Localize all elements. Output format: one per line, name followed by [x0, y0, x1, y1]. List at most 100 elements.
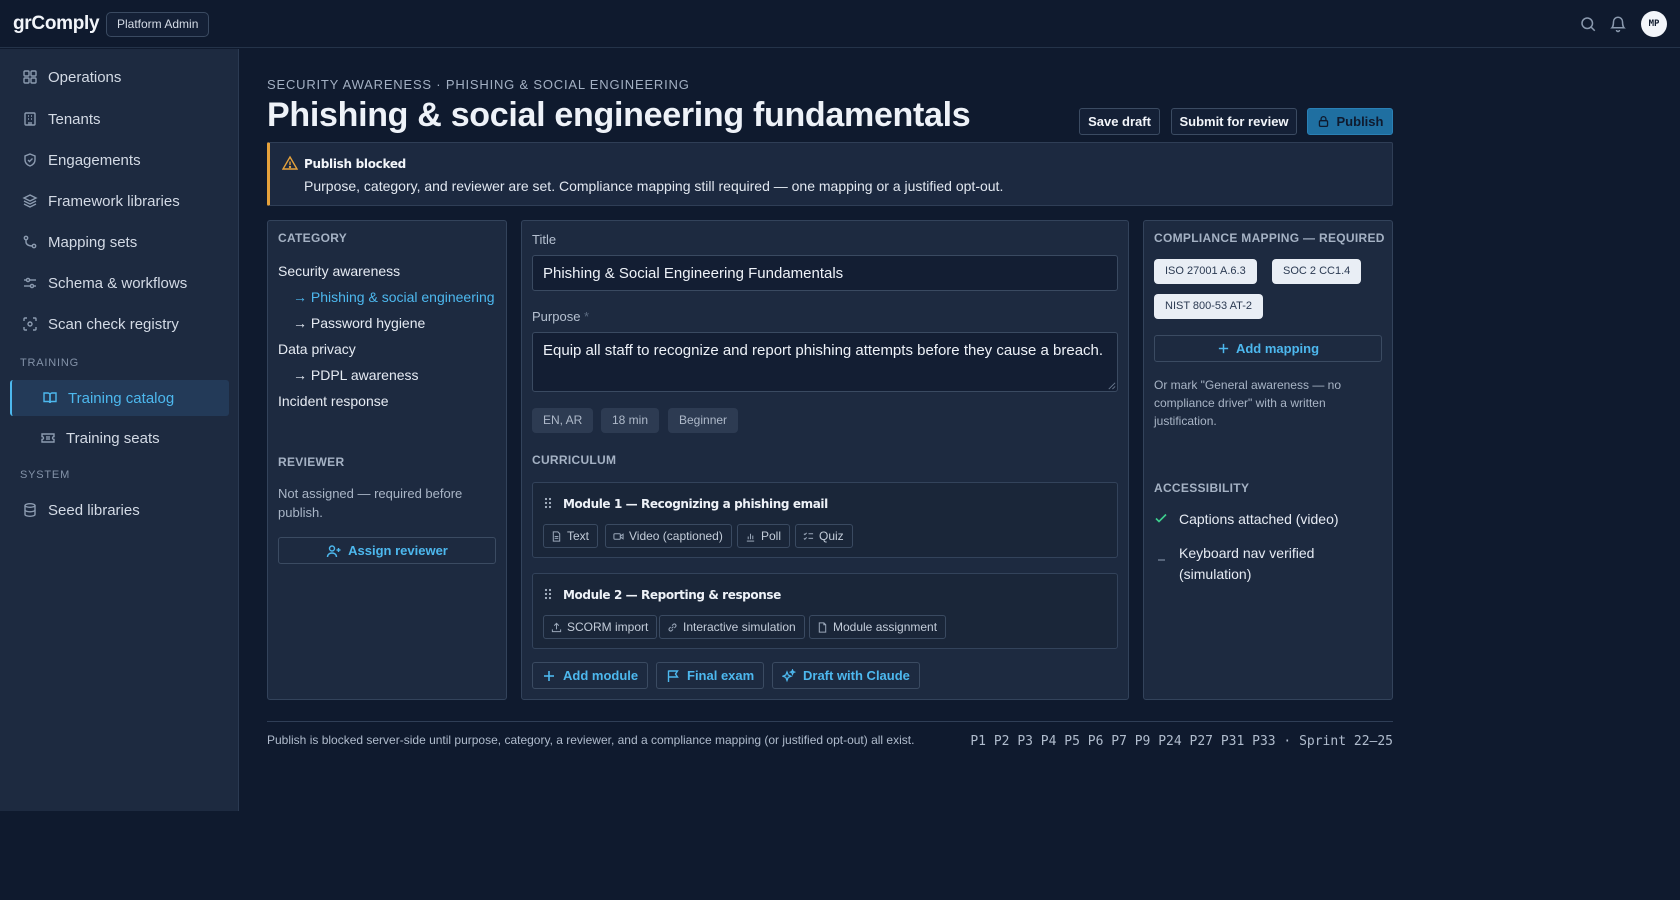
- sidebar-item-seed-libraries[interactable]: Seed libraries: [10, 492, 229, 528]
- top-bar: grComply Platform Admin MP: [0, 0, 1680, 48]
- git-branch-icon: [22, 234, 38, 250]
- category-item-incident-response[interactable]: Incident response: [278, 393, 389, 409]
- sidebar-item-tenants[interactable]: Tenants: [10, 101, 229, 137]
- publish-label: Publish: [1336, 114, 1384, 129]
- video-icon: [613, 531, 624, 542]
- chip-video[interactable]: Video (captioned): [605, 524, 732, 548]
- building-icon: [22, 111, 38, 127]
- draft-with-claude-label: Draft with Claude: [803, 668, 910, 683]
- sidebar-item-operations[interactable]: Operations: [10, 59, 229, 95]
- chip-interactive-simulation[interactable]: Interactive simulation: [659, 615, 805, 639]
- footer-divider: [267, 721, 1393, 722]
- chip-label: Interactive simulation: [683, 620, 796, 634]
- course-form-panel: Title Phishing & Social Engineering Fund…: [521, 220, 1129, 700]
- drag-handle-icon[interactable]: [543, 587, 553, 601]
- accessibility-item-captions: Captions attached (video): [1154, 509, 1349, 530]
- required-marker: *: [584, 309, 590, 324]
- chip-label: Quiz: [819, 529, 844, 543]
- assign-reviewer-button[interactable]: Assign reviewer: [278, 537, 496, 564]
- sidebar-item-label: Engagements: [48, 151, 141, 169]
- final-exam-button[interactable]: Final exam: [656, 662, 765, 689]
- module-card-1[interactable]: Module 1 — Recognizing a phishing email …: [532, 482, 1118, 558]
- chip-text[interactable]: Text: [543, 524, 599, 548]
- reviewer-note: Not assigned — required before publish.: [278, 486, 463, 520]
- page-title: Phishing & social engineering fundamenta…: [267, 96, 971, 134]
- sidebar-item-engagements[interactable]: Engagements: [10, 142, 229, 178]
- sidebar-item-label: Training catalog: [68, 389, 175, 407]
- level-tag[interactable]: Beginner: [668, 408, 739, 433]
- search-icon[interactable]: [1579, 15, 1597, 33]
- list-check-icon: [803, 531, 814, 542]
- chip-label: SCORM import: [567, 620, 649, 634]
- warning-icon: [282, 155, 298, 171]
- duration-tag[interactable]: 18 min: [601, 408, 660, 433]
- draft-with-claude-button[interactable]: Draft with Claude: [772, 662, 920, 689]
- resize-handle-icon[interactable]: [1107, 381, 1116, 390]
- role-switcher[interactable]: Platform Admin: [106, 12, 210, 37]
- check-icon: [1154, 511, 1168, 525]
- save-draft-button[interactable]: Save draft: [1079, 108, 1160, 135]
- sidebar-item-training-seats[interactable]: Training seats: [10, 420, 229, 456]
- sidebar-item-label: Scan check registry: [48, 315, 179, 333]
- chip-module-assignment[interactable]: Module assignment: [809, 615, 947, 639]
- sidebar-item-label: Framework libraries: [48, 192, 180, 210]
- layers-icon: [22, 193, 38, 209]
- compliance-heading: COMPLIANCE MAPPING — REQUIRED: [1154, 231, 1385, 245]
- drag-handle-icon[interactable]: [543, 496, 553, 510]
- accessibility-heading: ACCESSIBILITY: [1154, 481, 1250, 495]
- category-item-data-privacy[interactable]: Data privacy: [278, 341, 356, 357]
- sidebar: Operations Tenants Engagements Framework…: [0, 49, 239, 811]
- sidebar-item-label: Mapping sets: [48, 233, 138, 251]
- book-icon: [42, 390, 58, 406]
- chip-scorm-import[interactable]: SCORM import: [543, 615, 658, 639]
- sidebar-item-training-catalog[interactable]: Training catalog: [10, 380, 229, 416]
- sidebar-item-framework-libraries[interactable]: Framework libraries: [10, 183, 229, 219]
- mapping-pill[interactable]: ISO 27001 A.6.3: [1154, 259, 1257, 284]
- sidebar-item-mapping-sets[interactable]: Mapping sets: [10, 224, 229, 260]
- alert-body: Purpose, category, and reviewer are set.…: [304, 178, 1004, 194]
- plus-icon: [1217, 342, 1230, 355]
- chip-poll[interactable]: Poll: [737, 524, 791, 548]
- sidebar-item-label: Tenants: [48, 110, 101, 128]
- chip-quiz[interactable]: Quiz: [795, 524, 853, 548]
- file-icon: [817, 621, 828, 633]
- category-item-security-awareness[interactable]: Security awareness: [278, 263, 400, 279]
- publish-button[interactable]: Publish: [1307, 108, 1393, 135]
- sidebar-item-schema-workflows[interactable]: Schema & workflows: [10, 265, 229, 301]
- sidebar-item-label: Schema & workflows: [48, 274, 188, 292]
- module-title: Module 2 — Reporting & response: [563, 588, 781, 602]
- sprint-tags: P1 P2 P3 P4 P5 P6 P7 P9 P24 P27 P31 P33 …: [970, 734, 1393, 749]
- module-title: Module 1 — Recognizing a phishing email: [563, 497, 828, 511]
- category-panel: CATEGORY Security awareness → Phishing &…: [267, 220, 507, 700]
- category-item-phishing[interactable]: → Phishing & social engineering: [293, 289, 495, 305]
- mapping-pill[interactable]: SOC 2 CC1.4: [1272, 259, 1362, 284]
- user-plus-icon: [326, 543, 342, 559]
- avatar[interactable]: MP: [1641, 11, 1667, 37]
- bell-icon[interactable]: [1609, 15, 1627, 33]
- category-item-password-hygiene[interactable]: → Password hygiene: [293, 315, 425, 331]
- purpose-textarea[interactable]: Equip all staff to recognize and report …: [532, 332, 1118, 392]
- sidebar-item-scan-check-registry[interactable]: Scan check registry: [10, 306, 229, 342]
- language-tag[interactable]: EN, AR: [532, 408, 594, 433]
- mapping-pill[interactable]: NIST 800-53 AT-2: [1154, 294, 1264, 319]
- add-mapping-label: Add mapping: [1235, 341, 1320, 356]
- category-item-pdpl-awareness[interactable]: → PDPL awareness: [293, 367, 419, 383]
- assign-reviewer-label: Assign reviewer: [348, 543, 448, 558]
- app-logo[interactable]: grComply: [13, 13, 100, 35]
- title-input[interactable]: Phishing & Social Engineering Fundamenta…: [532, 255, 1118, 291]
- link-icon: [667, 622, 678, 633]
- sparkles-icon: [782, 668, 796, 683]
- add-mapping-button[interactable]: Add mapping: [1154, 335, 1382, 362]
- lock-icon: [1317, 115, 1330, 128]
- sidebar-section-system: SYSTEM: [20, 469, 71, 481]
- submit-for-review-button[interactable]: Submit for review: [1171, 108, 1297, 135]
- chip-label: Text: [567, 529, 590, 543]
- shield-icon: [22, 152, 38, 168]
- plus-icon: [542, 669, 556, 683]
- publish-blocked-alert: Publish blocked Purpose, category, and r…: [267, 142, 1393, 206]
- bar-chart-icon: [745, 531, 756, 542]
- module-card-2[interactable]: Module 2 — Reporting & response SCORM im…: [532, 573, 1118, 649]
- chip-label: Video (captioned): [629, 529, 723, 543]
- add-module-button[interactable]: Add module: [532, 662, 649, 689]
- database-icon: [22, 502, 38, 518]
